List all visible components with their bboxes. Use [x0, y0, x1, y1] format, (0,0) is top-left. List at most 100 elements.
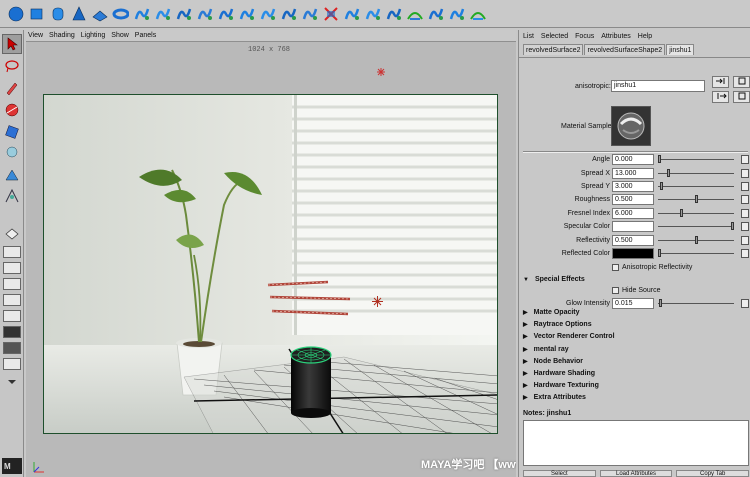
scale-tool-icon[interactable] [2, 142, 22, 162]
reflected-color-slider[interactable] [658, 249, 734, 257]
map-button[interactable] [741, 155, 749, 164]
tab-revolved-surface[interactable]: revolvedSurface2 [523, 44, 584, 55]
menu-lighting[interactable]: Lighting [81, 32, 106, 39]
revolve-icon[interactable] [384, 4, 403, 23]
menu-view[interactable]: View [28, 32, 43, 39]
fresnel-index-slider[interactable] [658, 209, 734, 217]
specular-color-slider[interactable] [658, 222, 734, 230]
loft-icon[interactable] [342, 4, 361, 23]
cone-icon[interactable] [69, 4, 88, 23]
hide-source-checkbox[interactable] [612, 287, 619, 294]
perspective-viewport[interactable]: 1024 x 768 MAYA学习吧 【ww [26, 41, 516, 477]
light-locator-icon[interactable] [377, 68, 385, 76]
wave-icon[interactable] [195, 4, 214, 23]
angle-slider[interactable] [658, 155, 734, 163]
birail-icon[interactable] [468, 4, 487, 23]
reflectivity-slider[interactable] [658, 236, 734, 244]
cube-icon[interactable] [27, 4, 46, 23]
wrap-icon[interactable] [300, 4, 319, 23]
slider-handle[interactable] [658, 249, 661, 257]
torus-icon[interactable] [111, 4, 130, 23]
twist-icon[interactable] [174, 4, 193, 23]
slider-handle[interactable] [667, 169, 670, 177]
map-button[interactable] [741, 222, 749, 231]
spread-x-field[interactable]: 13.000 [612, 168, 654, 179]
map-button[interactable] [741, 169, 749, 178]
four-view-layout-icon[interactable] [3, 246, 21, 258]
node-name-field[interactable]: jinshu1 [611, 80, 705, 92]
spread-y-slider[interactable] [658, 182, 734, 190]
bevel-icon[interactable] [426, 4, 445, 23]
notes-textarea[interactable] [523, 420, 749, 466]
map-button[interactable] [741, 236, 749, 245]
delete-history-icon[interactable] [321, 4, 340, 23]
frame-vector-renderer-control[interactable]: ▶ Vector Renderer Control [523, 331, 749, 342]
focus-input-button[interactable] [712, 76, 729, 88]
copy-tab-button[interactable]: Copy Tab [676, 470, 750, 477]
spread-y-field[interactable]: 3.000 [612, 181, 654, 192]
lasso-tool-icon[interactable] [2, 56, 22, 76]
menu-attributes[interactable]: Attributes [601, 33, 631, 40]
flare-icon[interactable] [258, 4, 277, 23]
map-button[interactable] [741, 209, 749, 218]
menu-selected[interactable]: Selected [541, 33, 568, 40]
menu-list[interactable]: List [523, 33, 534, 40]
select-button[interactable]: Select [523, 470, 596, 477]
menu-help[interactable]: Help [638, 33, 652, 40]
slider-handle[interactable] [695, 195, 698, 203]
slider-handle[interactable] [695, 236, 698, 244]
hypershade-layout-icon[interactable] [3, 310, 21, 322]
custom-layout-icon[interactable] [3, 358, 21, 370]
squash-icon[interactable] [216, 4, 235, 23]
slider-handle[interactable] [660, 182, 663, 190]
roughness-slider[interactable] [658, 195, 734, 203]
frame-hardware-texturing[interactable]: ▶ Hardware Texturing [523, 380, 749, 391]
menu-focus[interactable]: Focus [575, 33, 594, 40]
render-view-layout-icon[interactable] [3, 326, 21, 338]
map-button[interactable] [741, 195, 749, 204]
slider-handle[interactable] [658, 155, 661, 163]
menu-shading[interactable]: Shading [49, 32, 75, 39]
frame-hardware-shading[interactable]: ▶ Hardware Shading [523, 368, 749, 379]
frame-node-behavior[interactable]: ▶ Node Behavior [523, 356, 749, 367]
frame-mental-ray[interactable]: ▶ mental ray [523, 344, 749, 355]
sine-icon[interactable] [237, 4, 256, 23]
roughness-field[interactable]: 0.500 [612, 194, 654, 205]
glow-intensity-slider[interactable] [658, 299, 734, 307]
lattice-icon[interactable] [279, 4, 298, 23]
reflected-color-swatch[interactable] [612, 248, 654, 259]
load-attributes-button[interactable]: Load Attributes [599, 470, 673, 477]
bend-icon[interactable] [153, 4, 172, 23]
presets-button[interactable] [733, 76, 750, 88]
spread-x-slider[interactable] [658, 169, 734, 177]
tab-revolved-surface-shape[interactable]: revolvedSurfaceShape2 [584, 44, 666, 55]
tab-jinshu1[interactable]: jinshu1 [666, 44, 695, 55]
soft-mod-icon[interactable] [2, 186, 22, 206]
frame-special-effects[interactable]: ▼ Special Effects [523, 274, 749, 285]
menu-panels[interactable]: Panels [135, 32, 156, 39]
single-view-icon[interactable] [2, 224, 22, 244]
focus-output-button[interactable] [712, 91, 729, 103]
planar-icon[interactable] [405, 4, 424, 23]
map-button[interactable] [741, 249, 749, 258]
frame-raytrace-options[interactable]: ▶ Raytrace Options [523, 319, 749, 330]
angle-field[interactable]: 0.000 [612, 154, 654, 165]
script-editor-layout-icon[interactable] [3, 342, 21, 354]
cylinder-icon[interactable] [48, 4, 67, 23]
layout-menu-icon[interactable] [2, 376, 22, 388]
rotate-tool-icon[interactable] [2, 122, 22, 142]
show-hide-button[interactable] [733, 91, 750, 103]
boundary-icon[interactable] [447, 4, 466, 23]
paint-select-icon[interactable] [2, 78, 22, 98]
slider-handle[interactable] [659, 299, 662, 307]
extrude-icon[interactable] [363, 4, 382, 23]
sphere-icon[interactable] [6, 4, 25, 23]
select-tool-icon[interactable] [2, 34, 22, 54]
menu-show[interactable]: Show [111, 32, 129, 39]
slider-handle[interactable] [680, 209, 683, 217]
move-tool-icon[interactable] [2, 100, 22, 120]
specular-color-swatch[interactable] [612, 221, 654, 232]
reflectivity-field[interactable]: 0.500 [612, 235, 654, 246]
persp-outliner-layout-icon[interactable] [3, 278, 21, 290]
fresnel-index-field[interactable]: 6.000 [612, 208, 654, 219]
